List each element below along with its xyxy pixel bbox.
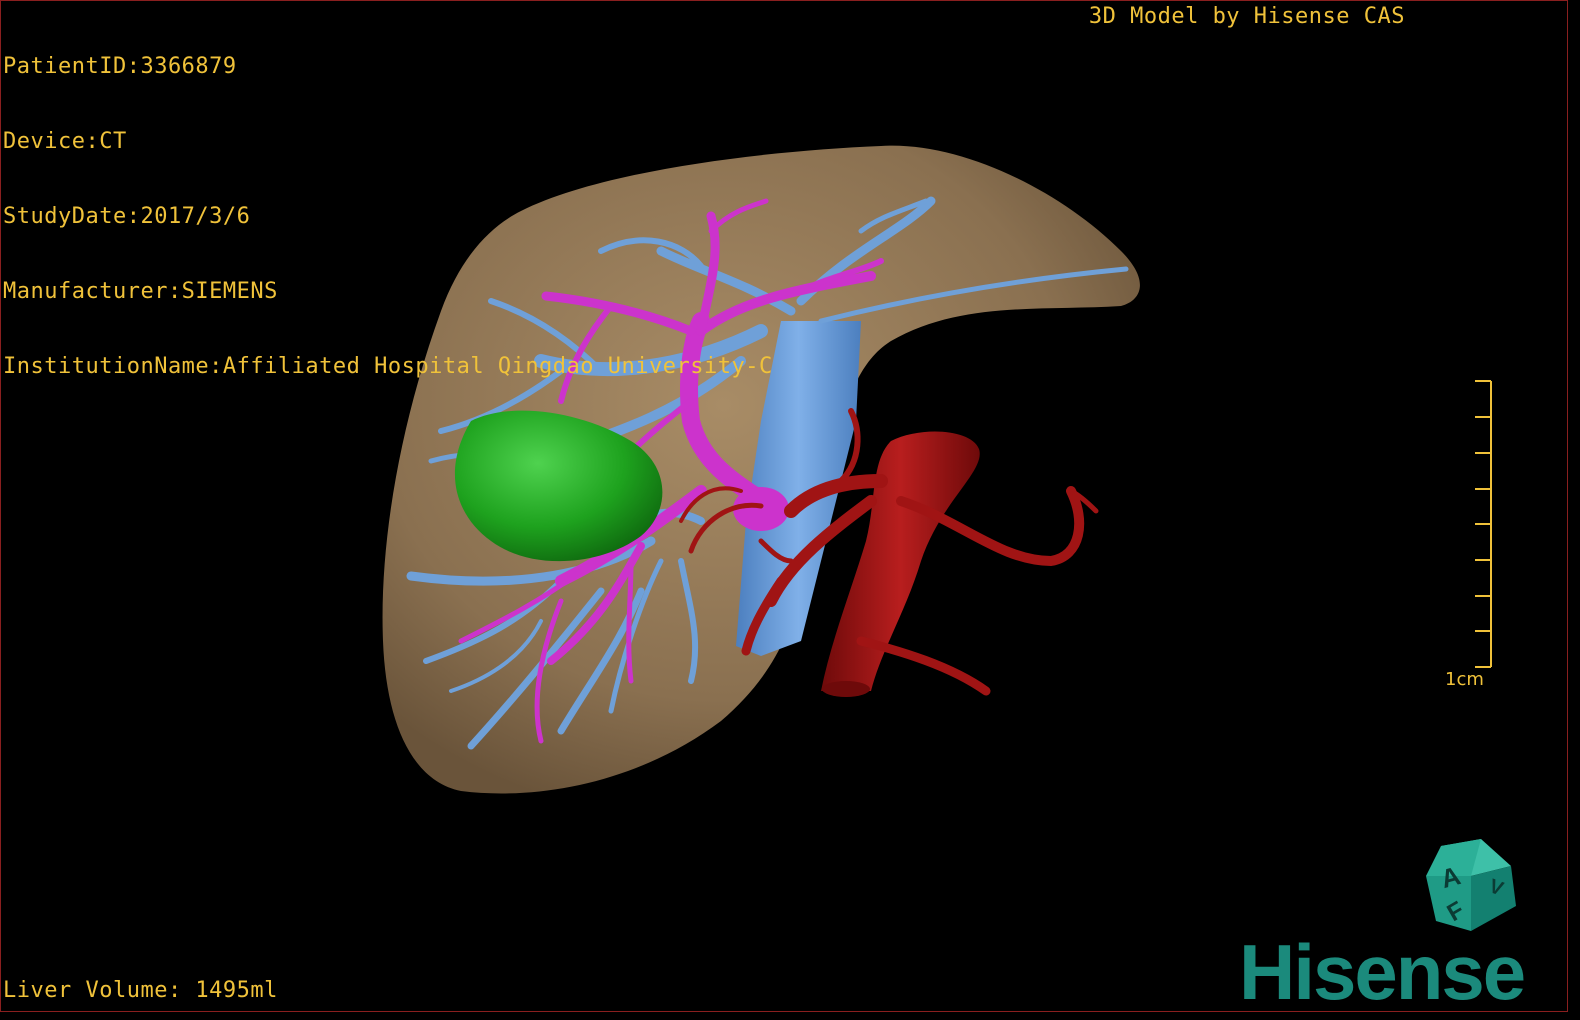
hisense-logo: Hisense bbox=[1239, 928, 1526, 1012]
orientation-cube[interactable]: A F V bbox=[1426, 839, 1516, 931]
manufacturer: Manufacturer:SIEMENS bbox=[3, 279, 278, 304]
patient-id: PatientID:3366879 bbox=[3, 54, 237, 79]
3d-viewer[interactable]: A F V PatientID:3366879 Device:CT StudyD… bbox=[0, 0, 1568, 1012]
scale-bar-label: 1cm bbox=[1445, 669, 1484, 690]
patient-info-overlay: PatientID:3366879 Device:CT StudyDate:20… bbox=[3, 4, 773, 429]
device: Device:CT bbox=[3, 129, 127, 154]
scale-bar bbox=[1475, 380, 1492, 668]
liver-volume: Liver Volume: 1495ml bbox=[3, 978, 278, 1003]
aorta-cut-end bbox=[822, 681, 870, 697]
institution-name: InstitutionName:Affiliated Hospital Qing… bbox=[3, 354, 773, 379]
study-date: StudyDate:2017/3/6 bbox=[3, 204, 251, 229]
model-credit: 3D Model by Hisense CAS bbox=[1088, 4, 1405, 29]
portal-vein-confluence bbox=[733, 487, 789, 531]
